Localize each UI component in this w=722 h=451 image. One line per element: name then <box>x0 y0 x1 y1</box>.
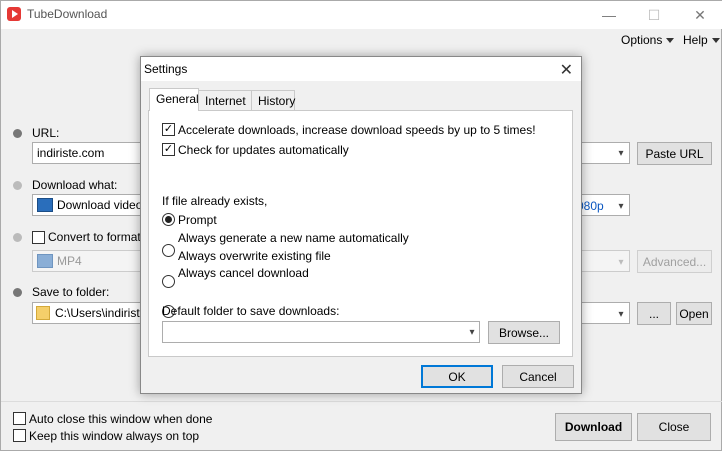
auto-close-label: Auto close this window when done <box>29 412 213 426</box>
chevron-down-icon: ▾ <box>618 256 624 268</box>
keep-on-top-checkbox[interactable] <box>13 429 26 442</box>
menu-options-label: Options <box>621 33 663 47</box>
close-button[interactable]: Close <box>637 413 711 441</box>
advanced-button[interactable]: Advanced... <box>637 250 712 273</box>
menu-help[interactable]: Help <box>683 33 720 47</box>
video-film-icon <box>37 198 53 212</box>
download-what-label: Download what: <box>32 178 118 192</box>
browse-folder-button[interactable]: ... <box>637 302 671 325</box>
default-folder-input[interactable] <box>162 321 480 343</box>
folder-icon <box>36 306 50 320</box>
folder-value: C:\Users\indiriste. <box>55 306 150 320</box>
format-film-icon <box>37 254 53 268</box>
tab-history[interactable]: History <box>251 90 295 110</box>
radio-cancel-label: Always cancel download <box>178 266 309 280</box>
check-updates-label: Check for updates automatically <box>178 143 349 157</box>
convert-label: Convert to format: <box>48 230 145 244</box>
accelerate-checkbox[interactable]: ✓ <box>162 123 175 136</box>
chevron-down-icon[interactable]: ▾ <box>615 147 627 159</box>
radio-new-name-label: Always generate a new name automatically <box>178 231 409 245</box>
convert-checkbox[interactable] <box>32 231 45 244</box>
download-what-value: Download video <box>57 198 143 212</box>
auto-close-checkbox[interactable] <box>13 412 26 425</box>
browse-button[interactable]: Browse... <box>488 321 560 344</box>
radio-prompt-label: Prompt <box>178 213 217 227</box>
tab-internet[interactable]: Internet <box>198 90 252 110</box>
chevron-down-icon <box>666 38 675 44</box>
step-bullet-icon <box>13 233 22 242</box>
title-bar: TubeDownload — ☐ ✕ <box>1 1 722 29</box>
chevron-down-icon <box>711 38 720 44</box>
check-updates-checkbox[interactable]: ✓ <box>162 143 175 156</box>
settings-dialog: Settings ✕ General Internet History ✓ Ac… <box>140 56 582 394</box>
step-bullet-icon <box>13 181 22 190</box>
chevron-down-icon[interactable]: ▾ <box>466 326 478 338</box>
step-bullet-icon <box>13 129 22 138</box>
chevron-down-icon[interactable]: ▾ <box>615 308 627 320</box>
tab-general[interactable]: General <box>149 88 199 111</box>
close-window-button[interactable]: ✕ <box>677 1 722 29</box>
radio-overwrite-label: Always overwrite existing file <box>178 249 331 263</box>
radio-new-name[interactable] <box>162 244 175 257</box>
radio-prompt[interactable] <box>162 213 175 226</box>
dialog-close-icon[interactable]: ✕ <box>560 60 573 80</box>
url-label: URL: <box>32 126 60 140</box>
window-title: TubeDownload <box>27 7 108 21</box>
download-button[interactable]: Download <box>555 413 632 441</box>
radio-overwrite[interactable] <box>162 275 175 288</box>
chevron-down-icon[interactable]: ▾ <box>615 200 627 212</box>
if-exists-label: If file already exists, <box>162 194 268 208</box>
menu-help-label: Help <box>683 33 708 47</box>
maximize-button[interactable]: ☐ <box>631 1 677 29</box>
app-logo-icon <box>7 7 21 21</box>
minimize-button[interactable]: — <box>586 1 632 29</box>
format-value: MP4 <box>57 254 82 268</box>
cancel-button[interactable]: Cancel <box>502 365 574 388</box>
url-value: indiriste.com <box>37 146 105 160</box>
keep-on-top-label: Keep this window always on top <box>29 429 200 443</box>
ok-button[interactable]: OK <box>421 365 493 388</box>
default-folder-label: Default folder to save downloads: <box>162 304 340 318</box>
accelerate-label: Accelerate downloads, increase download … <box>178 123 536 137</box>
divider <box>1 401 722 402</box>
paste-url-button[interactable]: Paste URL <box>637 142 712 165</box>
open-folder-button[interactable]: Open <box>676 302 712 325</box>
save-folder-label: Save to folder: <box>32 285 110 299</box>
dialog-title-bar: Settings ✕ <box>141 57 581 81</box>
menu-options[interactable]: Options <box>621 33 675 47</box>
dialog-title: Settings <box>144 62 188 76</box>
step-bullet-icon <box>13 288 22 297</box>
